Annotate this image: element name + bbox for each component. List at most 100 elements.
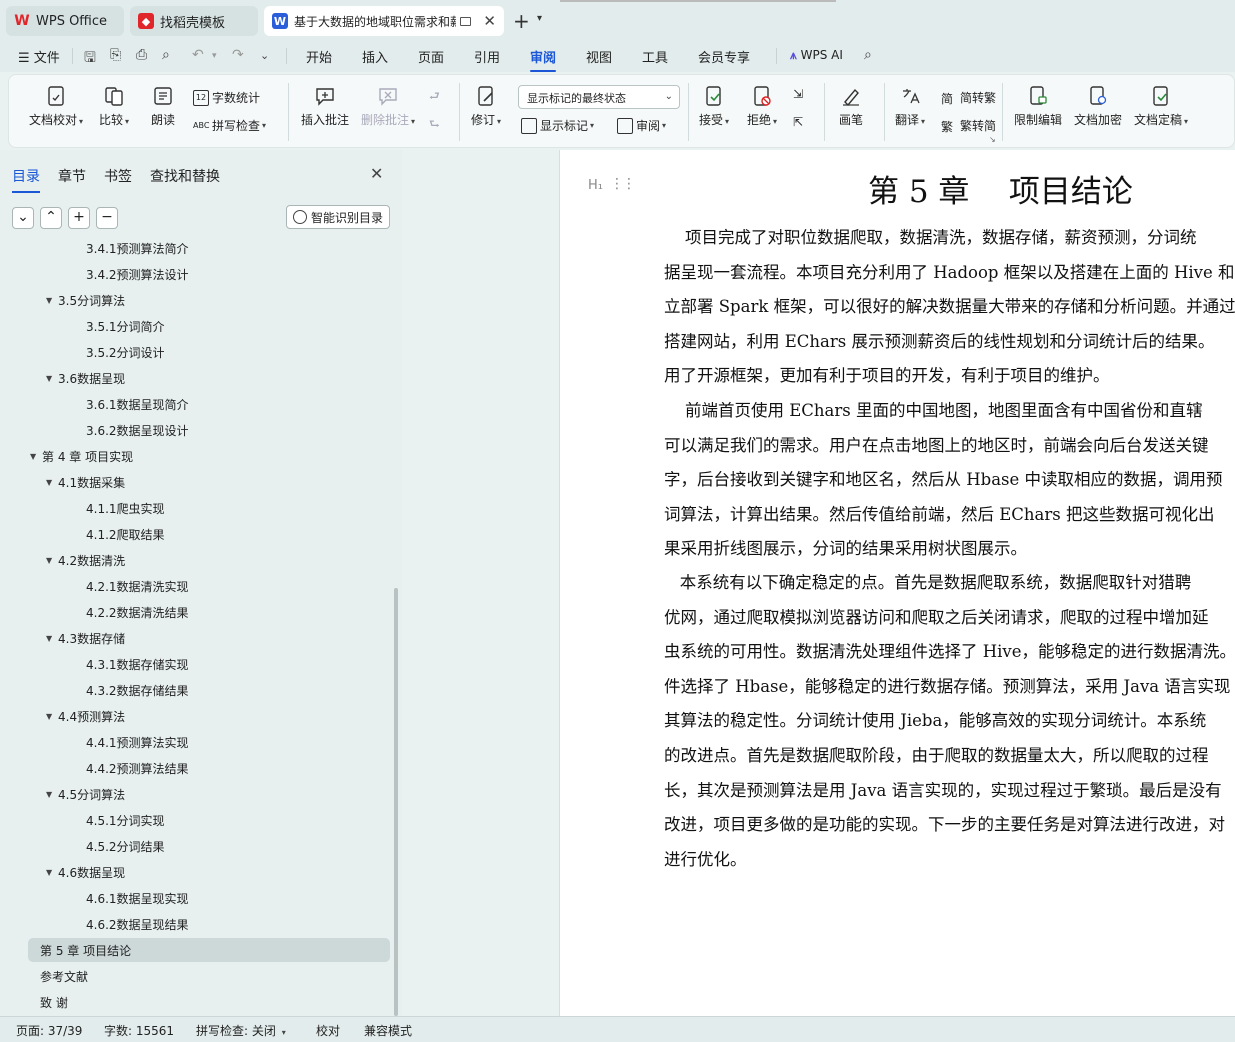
toc-item[interactable]: ▼4.3数据存储 xyxy=(28,626,390,650)
tab-find-replace[interactable]: 查找和替换 xyxy=(150,166,220,186)
add-heading-icon[interactable]: + xyxy=(68,207,90,229)
to-simplified-button[interactable]: 繁 繁转简 xyxy=(941,117,996,134)
delete-comment-button[interactable]: 删除批注▾ xyxy=(361,85,415,128)
toc-item[interactable]: ▼第 4 章 项目实现 xyxy=(28,444,390,468)
reject-button[interactable]: 拒绝▾ xyxy=(747,85,777,128)
close-tab-icon[interactable]: ✕ xyxy=(483,12,496,30)
menu-review[interactable]: 审阅 xyxy=(530,47,556,66)
tab-docer-templates[interactable]: ◆ 找稻壳模板 xyxy=(130,6,258,36)
toc-item[interactable]: 4.1.2爬取结果 xyxy=(28,522,390,546)
next-change-icon[interactable]: ⇱ xyxy=(793,115,803,129)
accept-button[interactable]: 接受▾ xyxy=(699,85,729,128)
toc-item[interactable]: 4.2.1数据清洗实现 xyxy=(28,574,390,598)
expand-arrow-icon[interactable]: ▼ xyxy=(46,296,58,305)
expand-arrow-icon[interactable]: ▼ xyxy=(46,712,58,721)
save-icon[interactable]: 🖫 xyxy=(84,47,96,71)
menu-page[interactable]: 页面 xyxy=(418,47,444,66)
toc-item[interactable]: 3.5.1分词简介 xyxy=(28,314,390,338)
wps-ai-button[interactable]: ⩚ WPS AI xyxy=(790,48,843,63)
smart-toc-button[interactable]: 智能识别目录 xyxy=(286,205,390,229)
translate-button[interactable]: 翻译▾ xyxy=(895,85,925,128)
insert-comment-button[interactable]: 插入批注 xyxy=(301,85,349,128)
tab-wps-office[interactable]: W WPS Office xyxy=(6,6,124,36)
toc-item[interactable]: 3.4.1预测算法简介 xyxy=(28,238,390,260)
expand-arrow-icon[interactable]: ▼ xyxy=(46,868,58,877)
ink-button[interactable]: 画笔 xyxy=(839,85,863,128)
menu-view[interactable]: 视图 xyxy=(586,47,612,66)
word-count-indicator[interactable]: 字数: 15561 xyxy=(104,1022,174,1039)
menu-references[interactable]: 引用 xyxy=(474,47,500,66)
toc-item[interactable]: 3.6.1数据呈现简介 xyxy=(28,392,390,416)
toc-item[interactable]: ▼3.6数据呈现 xyxy=(28,366,390,390)
tab-bookmarks[interactable]: 书签 xyxy=(104,166,132,186)
export-icon[interactable]: ⎘ xyxy=(110,47,121,63)
toc-item[interactable]: 3.5.2分词设计 xyxy=(28,340,390,364)
monitor-icon[interactable] xyxy=(460,17,472,26)
redo-icon[interactable]: ↷ xyxy=(232,47,244,63)
chevron-down-icon[interactable]: ▾ xyxy=(537,13,542,24)
expand-arrow-icon[interactable]: ▼ xyxy=(46,478,58,487)
toc-item[interactable]: ▼3.5分词算法 xyxy=(28,288,390,312)
markup-state-select[interactable]: 显示标记的最终状态 ⌄ xyxy=(518,85,680,109)
menu-member[interactable]: 会员专享 xyxy=(698,47,750,66)
toc-item[interactable]: 4.6.1数据呈现实现 xyxy=(28,886,390,910)
compare-button[interactable]: 比较▾ xyxy=(99,85,129,128)
expand-arrow-icon[interactable]: ▼ xyxy=(46,790,58,799)
more-quick-actions-icon[interactable]: ⌄ xyxy=(260,49,269,62)
track-changes-button[interactable]: 修订▾ xyxy=(471,85,501,128)
new-tab-icon[interactable]: + xyxy=(513,9,530,33)
word-count-button[interactable]: 12 字数统计 xyxy=(193,89,260,106)
toc-item[interactable]: 4.5.2分词结果 xyxy=(28,834,390,858)
undo-dropdown-icon[interactable]: ▾ xyxy=(212,51,217,61)
toc-item[interactable]: 参考文献 xyxy=(28,964,390,988)
spell-check-status[interactable]: 拼写检查: 关闭 ▾ xyxy=(196,1022,286,1039)
menu-file[interactable]: ☰ 文件 xyxy=(18,47,60,66)
toc-item[interactable]: 4.5.1分词实现 xyxy=(28,808,390,832)
expand-arrow-icon[interactable]: ▼ xyxy=(30,452,42,461)
expand-arrow-icon[interactable]: ▼ xyxy=(46,556,58,565)
tab-document[interactable]: W 基于大数据的地域职位需求和薪资分析 ✕ xyxy=(264,6,504,36)
restrict-edit-button[interactable]: 限制编辑 xyxy=(1014,85,1062,128)
finalize-button[interactable]: 文档定稿▾ xyxy=(1134,85,1188,128)
toc-item[interactable]: 4.3.1数据存储实现 xyxy=(28,652,390,676)
toc-item[interactable]: ▼4.2数据清洗 xyxy=(28,548,390,572)
toc-item[interactable]: 致 谢 xyxy=(28,990,390,1014)
expand-arrow-icon[interactable]: ▼ xyxy=(46,374,58,383)
previous-change-icon[interactable]: ⇲ xyxy=(793,87,803,101)
print-icon[interactable]: ⎙ xyxy=(136,47,147,63)
toc-item[interactable]: 4.6.2数据呈现结果 xyxy=(28,912,390,936)
toc-item[interactable]: 4.3.2数据存储结果 xyxy=(28,678,390,702)
toc-scrollbar[interactable] xyxy=(394,588,398,1016)
to-traditional-button[interactable]: 简 简转繁 xyxy=(941,89,996,106)
toc-item[interactable]: 4.2.2数据清洗结果 xyxy=(28,600,390,624)
expand-arrow-icon[interactable]: ▼ xyxy=(46,634,58,643)
toc-item[interactable]: 3.6.2数据呈现设计 xyxy=(28,418,390,442)
page-indicator[interactable]: 页面: 37/39 xyxy=(16,1022,82,1039)
document-page[interactable]: H₁ ⋮⋮ 第 5 章 项目结论 项目完成了对职位数据爬取，数据清洗，数据存储，… xyxy=(559,150,1235,1016)
previous-comment-icon[interactable]: ⮐ xyxy=(429,87,440,108)
search-icon[interactable]: ⌕ xyxy=(864,47,872,63)
toc-item[interactable]: 第 5 章 项目结论 xyxy=(28,938,390,962)
undo-icon[interactable]: ↶ xyxy=(192,47,204,63)
spell-check-button[interactable]: ABC 拼写检查▾ xyxy=(193,117,266,134)
toc-item[interactable]: 4.1.1爬虫实现 xyxy=(28,496,390,520)
encrypt-button[interactable]: 文档加密 xyxy=(1074,85,1122,128)
review-pane-button[interactable]: 审阅▾ xyxy=(617,117,666,134)
menu-insert[interactable]: 插入 xyxy=(362,47,388,66)
print-preview-icon[interactable]: ⌕ xyxy=(162,47,170,63)
dialog-launcher-icon[interactable]: ↘ xyxy=(989,135,996,144)
toc-item[interactable]: 3.4.2预测算法设计 xyxy=(28,262,390,286)
tab-sections[interactable]: 章节 xyxy=(58,166,86,186)
collapse-all-icon[interactable]: ⌃ xyxy=(40,207,62,229)
remove-heading-icon[interactable]: − xyxy=(96,207,118,229)
expand-all-icon[interactable]: ⌄ xyxy=(12,207,34,229)
toc-item[interactable]: 4.4.1预测算法实现 xyxy=(28,730,390,754)
toc-item[interactable]: ▼4.5分词算法 xyxy=(28,782,390,806)
next-comment-icon[interactable]: ⮑ xyxy=(429,115,440,136)
read-aloud-button[interactable]: 朗读 xyxy=(151,85,175,128)
toc-item[interactable]: 4.4.2预测算法结果 xyxy=(28,756,390,780)
toc-item[interactable]: ▼4.1数据采集 xyxy=(28,470,390,494)
show-markup-button[interactable]: 显示标记▾ xyxy=(521,117,594,134)
toc-item[interactable]: ▼4.6数据呈现 xyxy=(28,860,390,884)
menu-tools[interactable]: 工具 xyxy=(642,47,668,66)
